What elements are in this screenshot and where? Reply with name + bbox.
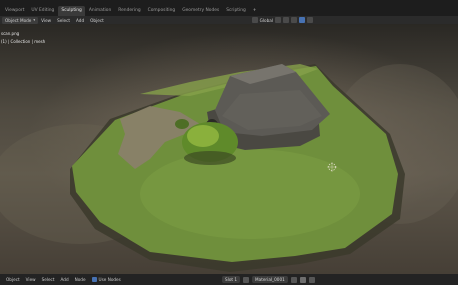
pivot-icon[interactable] (275, 17, 281, 23)
material-name-field[interactable]: Material_0001 (252, 276, 288, 283)
blender-window: Viewport UV Editing Sculpting Animation … (0, 0, 458, 285)
tab-uv-editing[interactable]: UV Editing (28, 6, 57, 16)
orientation-select[interactable]: Global (260, 18, 273, 23)
shrub (175, 119, 189, 129)
mode-select[interactable]: Object Mode ▾ (2, 16, 39, 24)
material-controls: Slot 1 Material_0001 (222, 276, 315, 283)
bottom-menu-view[interactable]: View (23, 277, 39, 282)
editor-object-select[interactable]: Object (3, 277, 23, 282)
tab-compositing[interactable]: Compositing (145, 6, 179, 16)
tab-sculpting[interactable]: Sculpting (58, 6, 85, 16)
duplicate-icon[interactable] (299, 276, 306, 283)
viewport-header: Object Mode ▾ View Select Add Object Glo… (0, 16, 458, 24)
material-sphere-icon[interactable] (243, 276, 250, 283)
slot-select[interactable]: Slot 1 (222, 276, 241, 283)
close-icon[interactable] (308, 276, 315, 283)
bottom-menu-node[interactable]: Node (72, 277, 89, 282)
snap-icon[interactable] (283, 17, 289, 23)
proportional-edit-icon[interactable] (299, 17, 305, 23)
tab-scripting[interactable]: Scripting (223, 6, 249, 16)
use-nodes-toggle[interactable]: Use Nodes (89, 277, 124, 283)
snap-settings-icon[interactable] (291, 17, 297, 23)
workspace-tab-bar: Viewport UV Editing Sculpting Animation … (0, 0, 458, 16)
viewport-info-line2: (1) | Collection | mesh (1, 39, 46, 44)
viewport-info-line1: scan.png (1, 31, 20, 36)
menu-add[interactable]: Add (73, 17, 87, 24)
menu-object[interactable]: Object (87, 17, 107, 24)
grass-highlight (140, 149, 360, 239)
tab-rendering[interactable]: Rendering (115, 6, 143, 16)
scene-render (0, 64, 458, 272)
use-nodes-label: Use Nodes (98, 276, 121, 282)
menu-select[interactable]: Select (54, 17, 73, 24)
orientation-icon[interactable] (251, 17, 258, 23)
proportional-falloff-icon[interactable] (307, 17, 313, 23)
tab-animation[interactable]: Animation (86, 6, 114, 16)
header-tools: Global (251, 17, 458, 23)
tab-viewport[interactable]: Viewport (2, 6, 27, 16)
menu-view[interactable]: View (38, 17, 54, 24)
tab-geometry-nodes[interactable]: Geometry Nodes (179, 6, 222, 16)
checkbox-checked-icon (91, 277, 97, 283)
bush-shadow (184, 151, 236, 165)
bottom-menu-add[interactable]: Add (58, 277, 72, 282)
chevron-down-icon: ▾ (33, 17, 36, 22)
fake-user-icon[interactable] (290, 276, 297, 283)
bottom-header: Object View Select Add Node Use Nodes Sl… (0, 274, 458, 285)
add-workspace-button[interactable]: + (250, 6, 260, 16)
3d-viewport[interactable]: scan.png (1) | Collection | mesh (0, 24, 458, 274)
bottom-menu-select[interactable]: Select (39, 277, 58, 282)
mode-select-label: Object Mode (5, 17, 32, 23)
bush-highlight (187, 125, 219, 147)
